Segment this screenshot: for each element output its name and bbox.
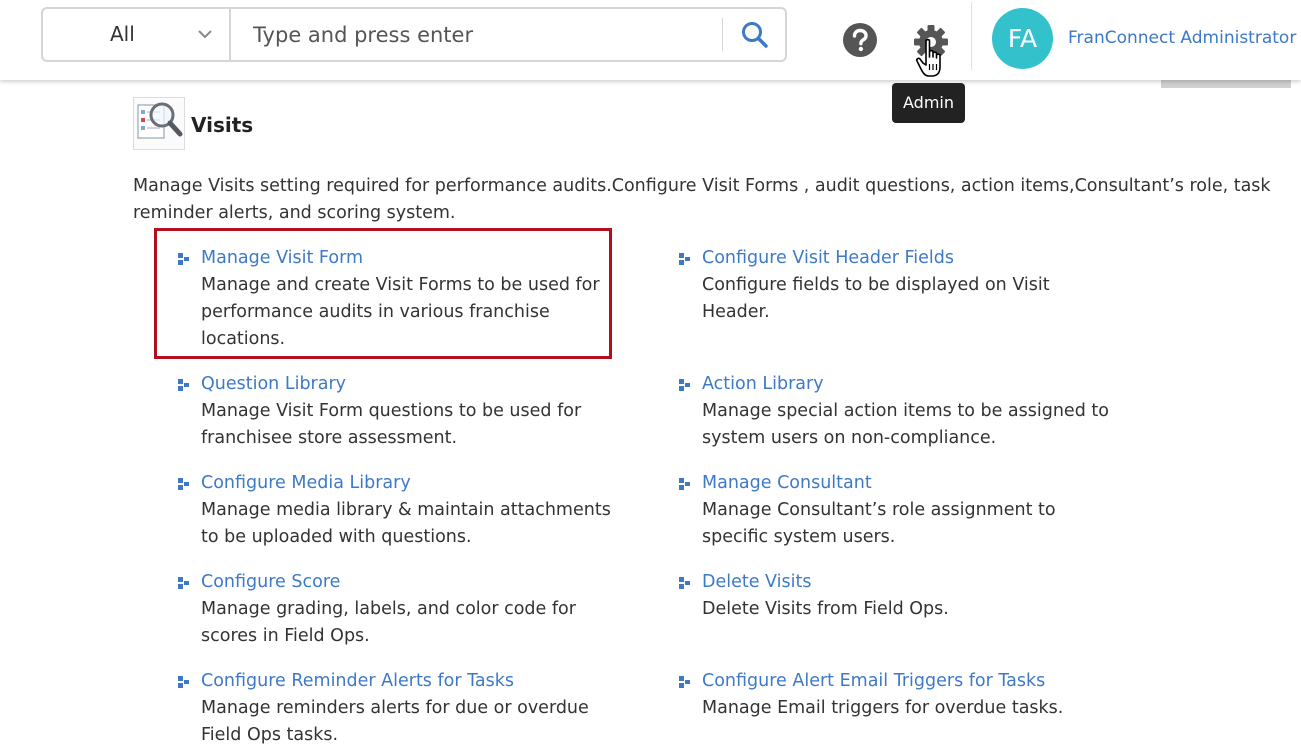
bullet-icon	[178, 577, 189, 589]
manage-consultant-link[interactable]: Manage Consultant	[702, 470, 872, 497]
search-icon[interactable]	[739, 20, 771, 50]
question-library-link[interactable]: Question Library	[201, 371, 346, 398]
item-description: Delete Visits from Field Ops.	[702, 599, 949, 619]
bullet-icon	[679, 478, 690, 490]
top-bar: All FA FranConnect A	[0, 0, 1301, 80]
bullet-icon	[679, 253, 690, 265]
bullet-icon	[679, 379, 690, 391]
search-input[interactable]	[231, 9, 721, 60]
bullet-icon	[178, 676, 189, 688]
visits-magnifier-icon	[133, 97, 185, 150]
configure-reminder-alerts-link[interactable]: Configure Reminder Alerts for Tasks	[201, 668, 514, 695]
help-icon[interactable]	[843, 23, 877, 57]
item-description: Manage Email triggers for overdue tasks.	[702, 698, 1064, 718]
page-title: Visits	[191, 113, 254, 137]
search-divider	[722, 18, 723, 51]
bullet-icon	[679, 577, 690, 589]
topbar-separator	[971, 2, 972, 70]
item-description: Configure fields to be displayed on Visi…	[702, 275, 1050, 322]
search-scope-select[interactable]: All	[43, 9, 231, 60]
configure-score-link[interactable]: Configure Score	[201, 569, 340, 596]
bullet-icon	[178, 478, 189, 490]
item-description: Manage reminders alerts for due or overd…	[201, 698, 589, 745]
item-description: Manage media library & maintain attachme…	[201, 500, 611, 547]
bullet-icon	[178, 379, 189, 391]
header-shadow-strip	[1161, 80, 1291, 88]
avatar[interactable]: FA	[992, 8, 1053, 69]
item-description: Manage Consultant’s role assignment to s…	[702, 500, 1056, 547]
user-name-link[interactable]: FranConnect Administrator	[1068, 28, 1296, 48]
bullet-icon	[679, 676, 690, 688]
configure-visit-header-fields-link[interactable]: Configure Visit Header Fields	[702, 245, 954, 272]
item-description: Manage grading, labels, and color code f…	[201, 599, 576, 646]
global-search: All	[41, 7, 787, 62]
search-scope-value: All	[110, 22, 135, 46]
highlight-box	[154, 228, 612, 359]
delete-visits-link[interactable]: Delete Visits	[702, 569, 811, 596]
configure-media-library-link[interactable]: Configure Media Library	[201, 470, 411, 497]
hand-cursor-icon	[915, 38, 941, 77]
item-description: Manage special action items to be assign…	[702, 401, 1109, 448]
chevron-down-icon	[198, 30, 212, 39]
item-description: Manage Visit Form questions to be used f…	[201, 401, 582, 448]
section-description: Manage Visits setting required for perfo…	[133, 176, 1271, 223]
configure-alert-email-triggers-link[interactable]: Configure Alert Email Triggers for Tasks	[702, 668, 1045, 695]
admin-tooltip: Admin	[892, 83, 965, 123]
action-library-link[interactable]: Action Library	[702, 371, 824, 398]
